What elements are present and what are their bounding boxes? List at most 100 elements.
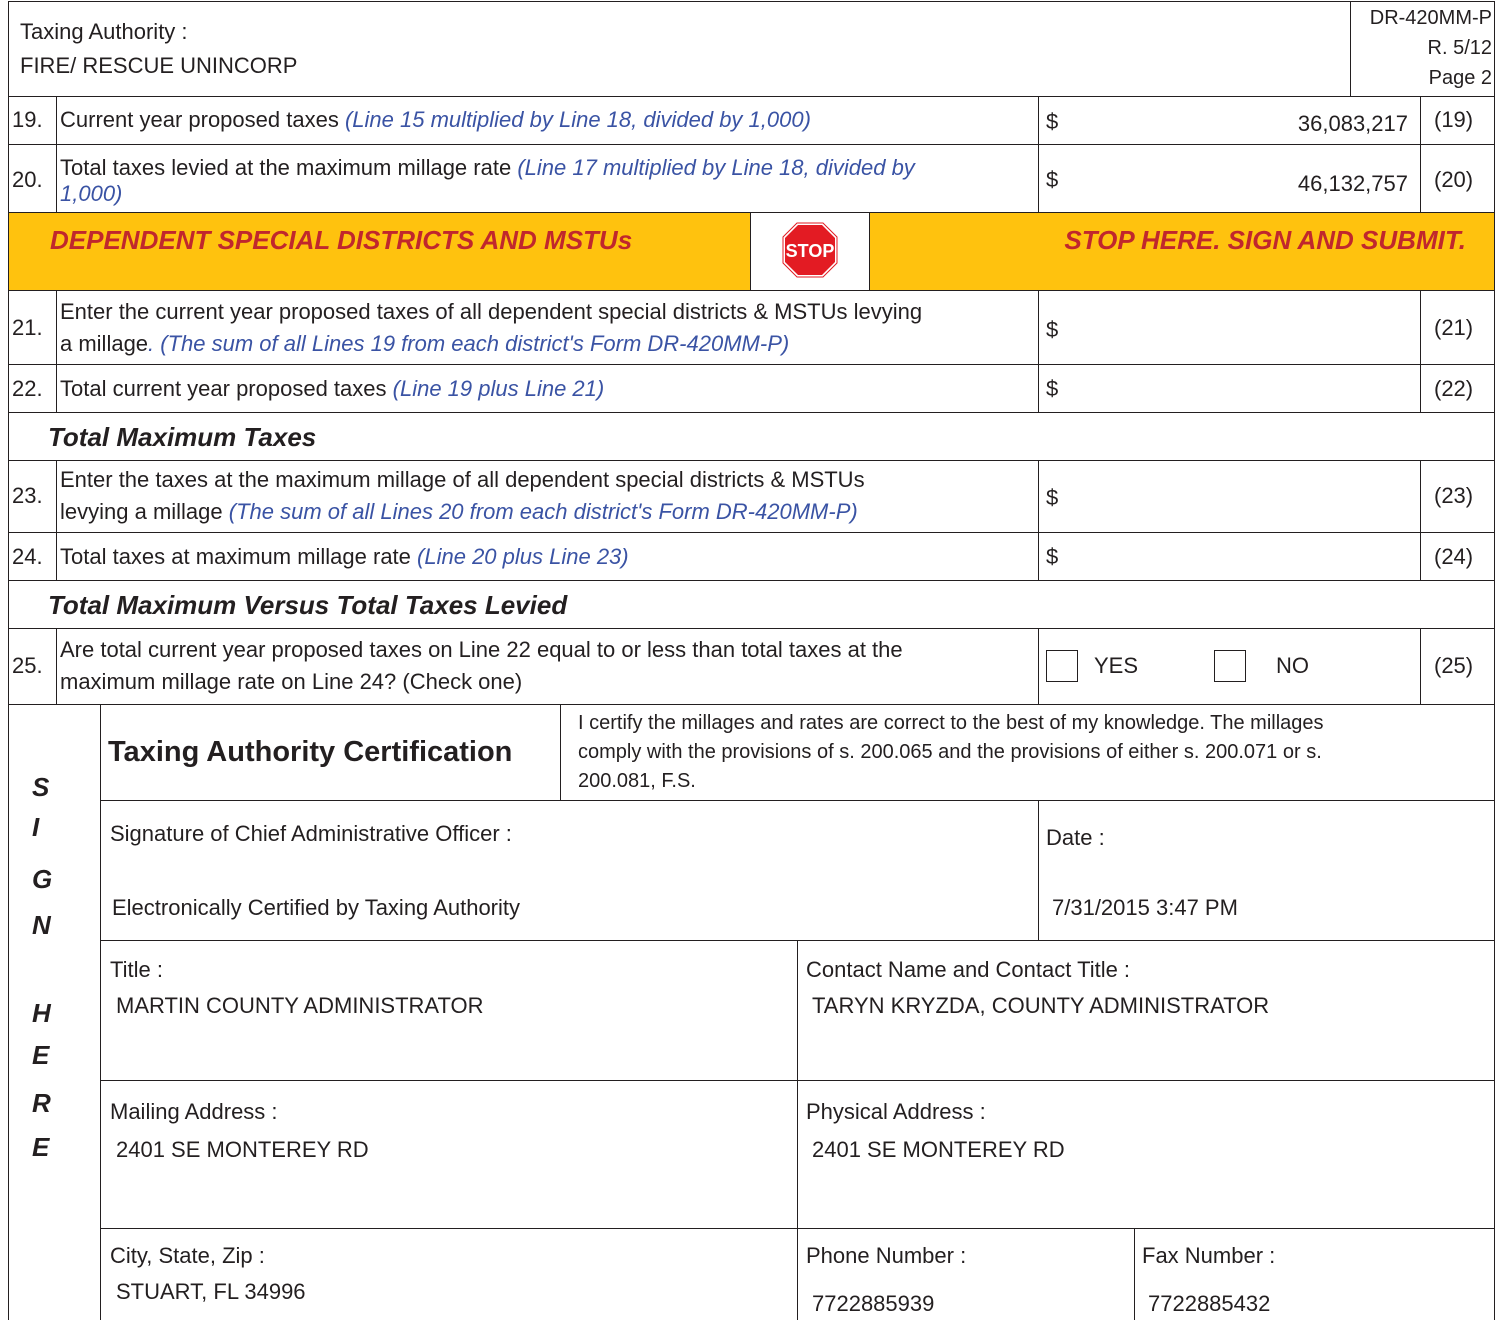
signature-field[interactable]: Electronically Certified by Taxing Autho…	[112, 896, 520, 920]
line20-dollar: $	[1046, 167, 1059, 192]
line24-ref: (24)	[1434, 544, 1474, 569]
rule	[56, 290, 57, 412]
no-checkbox[interactable]	[1214, 650, 1246, 682]
title-field[interactable]: MARTIN COUNTY ADMINISTRATOR	[116, 994, 484, 1018]
line23-label-1: Enter the taxes at the maximum millage o…	[60, 467, 865, 492]
line21-ref: (21)	[1434, 315, 1474, 340]
rule	[1420, 290, 1421, 412]
sign-here-letter: S	[32, 772, 50, 802]
rule	[100, 800, 1495, 801]
line19-number: 19.	[12, 107, 43, 132]
city-field[interactable]: STUART, FL 34996	[116, 1280, 306, 1304]
phone-field[interactable]: 7722885939	[812, 1292, 934, 1316]
line21-number: 21.	[12, 315, 43, 340]
rule	[8, 96, 1495, 97]
line25-label-1: Are total current year proposed taxes on…	[60, 637, 903, 662]
contact-field[interactable]: TARYN KRYZDA, COUNTY ADMINISTRATOR	[812, 994, 1269, 1018]
certification-statement: comply with the provisions of s. 200.065…	[578, 741, 1322, 763]
line19-value[interactable]: 36,083,217	[1298, 112, 1408, 136]
line22-label: Total current year proposed taxes (Line …	[60, 376, 605, 401]
border-right	[1494, 1, 1495, 1320]
sign-here-letter: G	[32, 864, 53, 894]
form-id: DR-420MM-P	[1369, 7, 1492, 29]
yes-checkbox[interactable]	[1046, 650, 1078, 682]
rule	[560, 704, 561, 800]
sign-here-letter: R	[32, 1088, 51, 1118]
line24-label: Total taxes at maximum millage rate (Lin…	[60, 544, 629, 569]
stop-sign-icon: STOP	[782, 222, 838, 278]
line25-label-2: maximum millage rate on Line 24? (Check …	[60, 669, 523, 694]
rule	[8, 704, 1495, 705]
line25-ref: (25)	[1434, 653, 1474, 678]
rule	[1038, 290, 1039, 412]
sign-here-letter: E	[32, 1132, 50, 1162]
rule	[8, 144, 1495, 145]
rule	[8, 532, 1495, 533]
rule	[8, 364, 1495, 365]
sign-here-letter: H	[32, 998, 51, 1028]
rule	[1350, 1, 1351, 96]
rule	[1420, 460, 1421, 580]
rule	[1038, 800, 1039, 940]
date-label: Date :	[1046, 825, 1105, 850]
rule	[1134, 1228, 1135, 1320]
line20-value[interactable]: 46,132,757	[1298, 172, 1408, 196]
phone-label: Phone Number :	[806, 1243, 967, 1268]
rule	[56, 460, 57, 580]
line19-ref: (19)	[1434, 107, 1474, 132]
rule	[8, 580, 1495, 581]
physical-address-label: Physical Address :	[806, 1099, 986, 1124]
rule	[56, 96, 57, 212]
line20-number: 20.	[12, 167, 43, 192]
sign-here-letter: E	[32, 1040, 50, 1070]
line23-ref: (23)	[1434, 483, 1474, 508]
rule	[100, 704, 101, 1320]
rule	[8, 628, 1495, 629]
taxing-authority-value: FIRE/ RESCUE UNINCORP	[20, 53, 298, 78]
line24-dollar: $	[1046, 544, 1059, 569]
fax-field[interactable]: 7722885432	[1148, 1292, 1270, 1316]
border-left	[8, 1, 9, 1320]
mailing-address-field[interactable]: 2401 SE MONTEREY RD	[116, 1138, 369, 1162]
taxing-authority-label: Taxing Authority :	[20, 19, 188, 44]
rule	[1420, 628, 1421, 704]
fax-label: Fax Number :	[1142, 1243, 1276, 1268]
page-number: Page 2	[1428, 67, 1492, 89]
rule	[8, 460, 1495, 461]
rule	[1038, 460, 1039, 580]
stop-sign-cell: STOP	[750, 213, 870, 290]
line22-number: 22.	[12, 376, 43, 401]
line23-amount-field[interactable]	[1080, 470, 1410, 524]
line24-amount-field[interactable]	[1080, 538, 1410, 574]
sign-here-letter: N	[32, 910, 51, 940]
rule	[1038, 628, 1039, 704]
physical-address-field[interactable]: 2401 SE MONTEREY RD	[812, 1138, 1065, 1162]
signature-label: Signature of Chief Administrative Office…	[110, 821, 512, 846]
form-revision: R. 5/12	[1427, 37, 1492, 59]
line22-ref: (22)	[1434, 376, 1474, 401]
line22-dollar: $	[1046, 376, 1059, 401]
date-field[interactable]: 7/31/2015 3:47 PM	[1052, 896, 1238, 920]
line20-label-1: Total taxes levied at the maximum millag…	[60, 155, 915, 180]
mailing-address-label: Mailing Address :	[110, 1099, 278, 1124]
section-maximum-versus-levied: Total Maximum Versus Total Taxes Levied	[48, 590, 568, 620]
line23-dollar: $	[1046, 485, 1059, 510]
line25-number: 25.	[12, 653, 43, 678]
line21-amount-field[interactable]	[1080, 300, 1410, 354]
rule	[56, 628, 57, 704]
stop-sign-text: STOP	[786, 241, 835, 261]
line21-label-2: a millage. (The sum of all Lines 19 from…	[60, 331, 790, 356]
city-label: City, State, Zip :	[110, 1243, 265, 1268]
line24-number: 24.	[12, 544, 43, 569]
line21-dollar: $	[1046, 317, 1059, 342]
line22-amount-field[interactable]	[1080, 370, 1410, 406]
line19-label: Current year proposed taxes (Line 15 mul…	[60, 107, 811, 132]
yes-label: YES	[1094, 653, 1139, 678]
sign-here-letter: I	[32, 812, 40, 842]
banner-left-text: DEPENDENT SPECIAL DISTRICTS AND MSTUs	[50, 225, 633, 255]
border-top	[8, 1, 1495, 2]
rule	[797, 940, 798, 1320]
line20-ref: (20)	[1434, 167, 1474, 192]
rule	[8, 290, 1495, 291]
line19-dollar: $	[1046, 109, 1059, 134]
